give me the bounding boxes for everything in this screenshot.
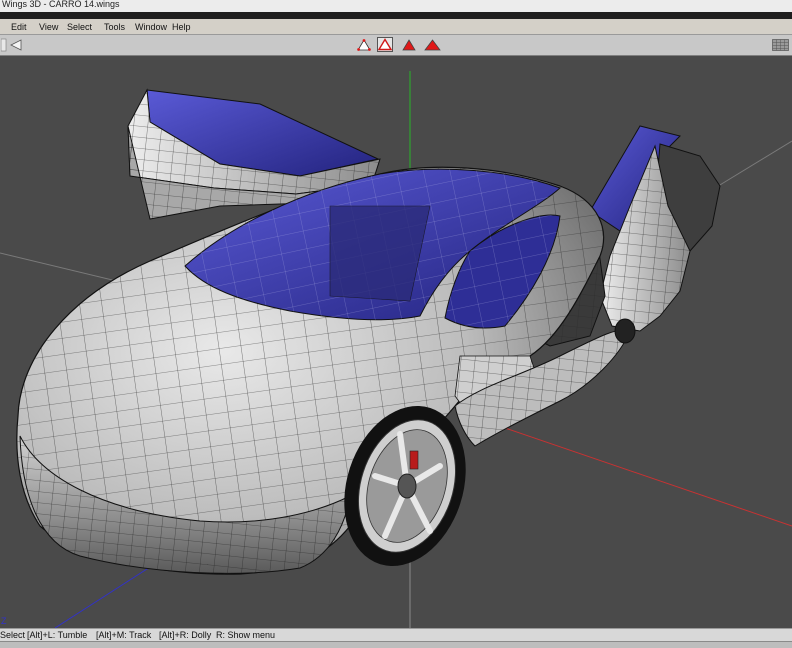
menu-tools[interactable]: Tools [104, 22, 125, 32]
arrow-left-icon[interactable] [9, 38, 23, 52]
menu-window[interactable]: Window [135, 22, 167, 32]
status-hint-select: Select [0, 630, 26, 640]
z-axis-label: Z [1, 616, 7, 626]
menu-bar: Edit View Select Tools Window Help [0, 12, 792, 35]
edge-mode-icon [377, 38, 393, 51]
menu-help[interactable]: Help [172, 22, 191, 32]
rear-wheel [614, 318, 636, 344]
3d-viewport[interactable]: Z [0, 56, 792, 628]
status-hint-dolly: [Alt]+R: Dolly [159, 630, 212, 640]
window-title: Wings 3D - CARRO 14.wings [2, 0, 120, 9]
grid-view-icon[interactable] [772, 38, 789, 52]
edge-mode-button[interactable] [377, 37, 393, 52]
car-body [16, 166, 631, 575]
toolbar-left-grip[interactable] [0, 38, 7, 52]
status-hint-tumble: [Alt]+L: Tumble [27, 630, 88, 640]
vertex-mode-button[interactable] [357, 38, 371, 52]
status-hint-track: [Alt]+M: Track [96, 630, 152, 640]
title-separator [0, 12, 792, 19]
face-mode-button[interactable] [402, 38, 416, 52]
info-strip [0, 641, 792, 648]
menu-edit[interactable]: Edit [11, 22, 27, 32]
body-mode-button[interactable] [424, 38, 441, 52]
scene-render: Z [0, 71, 792, 628]
body-mode-icon [424, 39, 441, 51]
x-axis-line [504, 427, 792, 527]
window-title-bar: Wings 3D - CARRO 14.wings [0, 0, 792, 12]
face-mode-icon [402, 39, 416, 51]
status-hint-menu: R: Show menu [216, 630, 276, 640]
menu-select[interactable]: Select [67, 22, 92, 32]
status-bar: Select [Alt]+L: Tumble [Alt]+M: Track [A… [0, 628, 792, 641]
toolbar [0, 35, 792, 56]
grid-line [709, 140, 792, 192]
vertex-mode-icon [357, 39, 371, 51]
menu-view[interactable]: View [39, 22, 58, 32]
